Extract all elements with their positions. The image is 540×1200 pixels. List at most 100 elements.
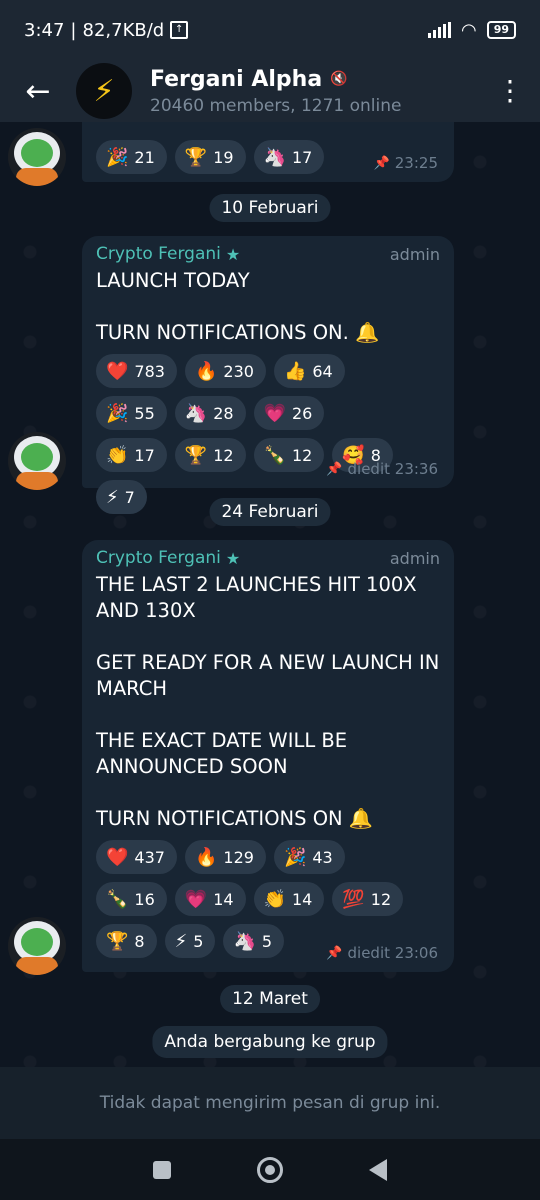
chat-header: ← ⚡ Fergani Alpha 🔇 20460 members, 1271 … (0, 60, 540, 122)
reaction-count: 14 (291, 889, 313, 909)
mute-icon: 🔇 (330, 71, 348, 87)
reaction-chip[interactable]: ❤️ 783 (96, 354, 177, 388)
message-meta: 📌 23:25 (374, 154, 438, 172)
reaction-chip[interactable]: ⚡ 7 (96, 480, 147, 514)
reaction-chip[interactable]: 🏆 12 (174, 438, 246, 472)
reaction-emoji: 🏆 (106, 930, 129, 952)
back-nav-icon[interactable] (369, 1158, 387, 1181)
reaction-chip[interactable]: 🎉 55 (96, 396, 167, 430)
input-disabled-notice: Tidak dapat mengirim pesan di grup ini. (0, 1067, 540, 1139)
reaction-count: 43 (312, 847, 333, 867)
reaction-count: 5 (261, 931, 273, 951)
message-time: diedit 23:06 (347, 944, 438, 962)
signal-icon (427, 22, 451, 38)
reaction-chip[interactable]: 🏆 19 (174, 140, 246, 174)
pin-icon: 📌 (373, 155, 390, 171)
reaction-count: 5 (193, 931, 204, 951)
reaction-chip[interactable]: 🔥 129 (184, 840, 266, 874)
reaction-emoji: 🦄 (263, 146, 286, 168)
reaction-count: 437 (134, 847, 165, 867)
recent-apps-icon[interactable] (153, 1160, 171, 1179)
reaction-chip[interactable]: ⚡ 5 (164, 924, 216, 958)
more-vertical-icon: ⋮ (496, 74, 524, 107)
reaction-count: 12 (370, 889, 392, 909)
reaction-emoji: 💗 (184, 888, 208, 910)
lightning-icon: ⚡ (93, 73, 115, 109)
avatar[interactable] (8, 432, 66, 490)
message-meta: 📌 diedit 23:36 (326, 460, 438, 478)
reaction-chip[interactable]: 🦄 5 (223, 924, 285, 958)
reaction-count: 8 (134, 931, 145, 951)
pin-icon: 📌 (326, 945, 343, 961)
back-button[interactable]: ← (0, 60, 76, 122)
reaction-chip[interactable]: 🍾 16 (96, 882, 167, 916)
channel-avatar[interactable]: ⚡ (76, 63, 132, 119)
reaction-count: 230 (223, 361, 254, 381)
reaction-chip[interactable]: 👏 17 (96, 438, 167, 472)
reaction-count: 16 (134, 889, 155, 909)
arrow-left-icon: ← (25, 73, 51, 109)
message-bubble[interactable]: Crypto Fergani ★ admin LAUNCH TODAY TURN … (82, 236, 454, 514)
reaction-emoji: 🍾 (106, 888, 129, 910)
channel-info[interactable]: Fergani Alpha 🔇 20460 members, 1271 onli… (150, 67, 480, 116)
reaction-chip[interactable]: 🎉 43 (273, 840, 345, 874)
reaction-chip[interactable]: 🍾 12 (253, 438, 325, 472)
status-bar: 3:47 | 82,7KB/d ↑ ◠ 99 (0, 0, 540, 60)
reaction-emoji: 💯 (342, 888, 365, 910)
home-icon[interactable] (257, 1156, 283, 1183)
reaction-count: 12 (213, 445, 234, 465)
message-text: THE LAST 2 LAUNCHES HIT 100X AND 130X GE… (96, 573, 440, 830)
date-separator: 24 Februari (209, 498, 331, 526)
message-time: 23:25 (394, 154, 438, 172)
reaction-chip[interactable]: 💯 12 (332, 882, 404, 916)
reaction-emoji: 🏆 (184, 146, 208, 168)
reaction-emoji: ❤️ (106, 360, 129, 382)
reaction-count: 14 (213, 889, 234, 909)
avatar[interactable] (8, 917, 66, 975)
star-icon: ★ (225, 548, 241, 568)
reaction-chip[interactable]: ❤️ 437 (96, 840, 177, 874)
avatar[interactable] (8, 128, 66, 186)
reaction-emoji: 🦄 (233, 930, 256, 952)
sender-role: admin (389, 244, 440, 264)
reaction-count: 7 (124, 487, 135, 507)
reaction-emoji: 🎉 (106, 402, 129, 424)
system-navbar (0, 1139, 540, 1200)
reaction-chip[interactable]: 🔥 230 (184, 354, 266, 388)
reaction-chip[interactable]: 🦄 17 (253, 140, 325, 174)
chat-area[interactable]: 🎉 21 🏆 19 🦄 17 📌 23:25 10 Februari Crypto Fer… (0, 122, 540, 1067)
reaction-count: 64 (312, 361, 333, 381)
message-bubble[interactable]: 🎉 21 🏆 19 🦄 17 📌 23:25 (82, 122, 454, 182)
battery-icon: 99 (486, 21, 516, 39)
upload-icon: ↑ (170, 21, 189, 39)
sender-name[interactable]: Crypto Fergani (96, 244, 221, 264)
reaction-emoji: 🔥 (194, 360, 218, 382)
reaction-chip[interactable]: 🦄 28 (174, 396, 246, 430)
reaction-emoji: ❤️ (106, 846, 129, 868)
sender-name[interactable]: Crypto Fergani (96, 548, 221, 568)
message-meta: 📌 diedit 23:06 (326, 944, 438, 962)
reaction-emoji: 🎉 (106, 146, 129, 168)
reaction-chip[interactable]: 👏 14 (253, 882, 325, 916)
reaction-count: 28 (213, 403, 234, 423)
reaction-emoji: 🎉 (283, 846, 307, 868)
date-separator: 12 Maret (220, 985, 320, 1013)
reaction-count: 26 (291, 403, 313, 423)
reaction-chip[interactable]: 🎉 21 (96, 140, 167, 174)
more-options-button[interactable]: ⋮ (480, 77, 540, 105)
reaction-count: 17 (134, 445, 155, 465)
reaction-count: 12 (291, 445, 313, 465)
reaction-count: 55 (134, 403, 155, 423)
channel-title: Fergani Alpha (150, 66, 323, 92)
message-bubble[interactable]: Crypto Fergani ★ admin THE LAST 2 LAUNCHE… (82, 540, 454, 972)
reaction-emoji: 🍾 (263, 444, 286, 466)
reaction-count: 129 (223, 847, 254, 867)
reaction-chip[interactable]: 🏆 8 (96, 924, 157, 958)
reaction-chip[interactable]: 💗 26 (253, 396, 325, 430)
sender-role: admin (389, 548, 440, 568)
reaction-chip[interactable]: 💗 14 (174, 882, 246, 916)
pin-icon: 📌 (326, 461, 343, 477)
reaction-chip[interactable]: 👍 64 (273, 354, 345, 388)
reaction-emoji: 💗 (263, 402, 286, 424)
reaction-emoji: 🏆 (184, 444, 208, 466)
